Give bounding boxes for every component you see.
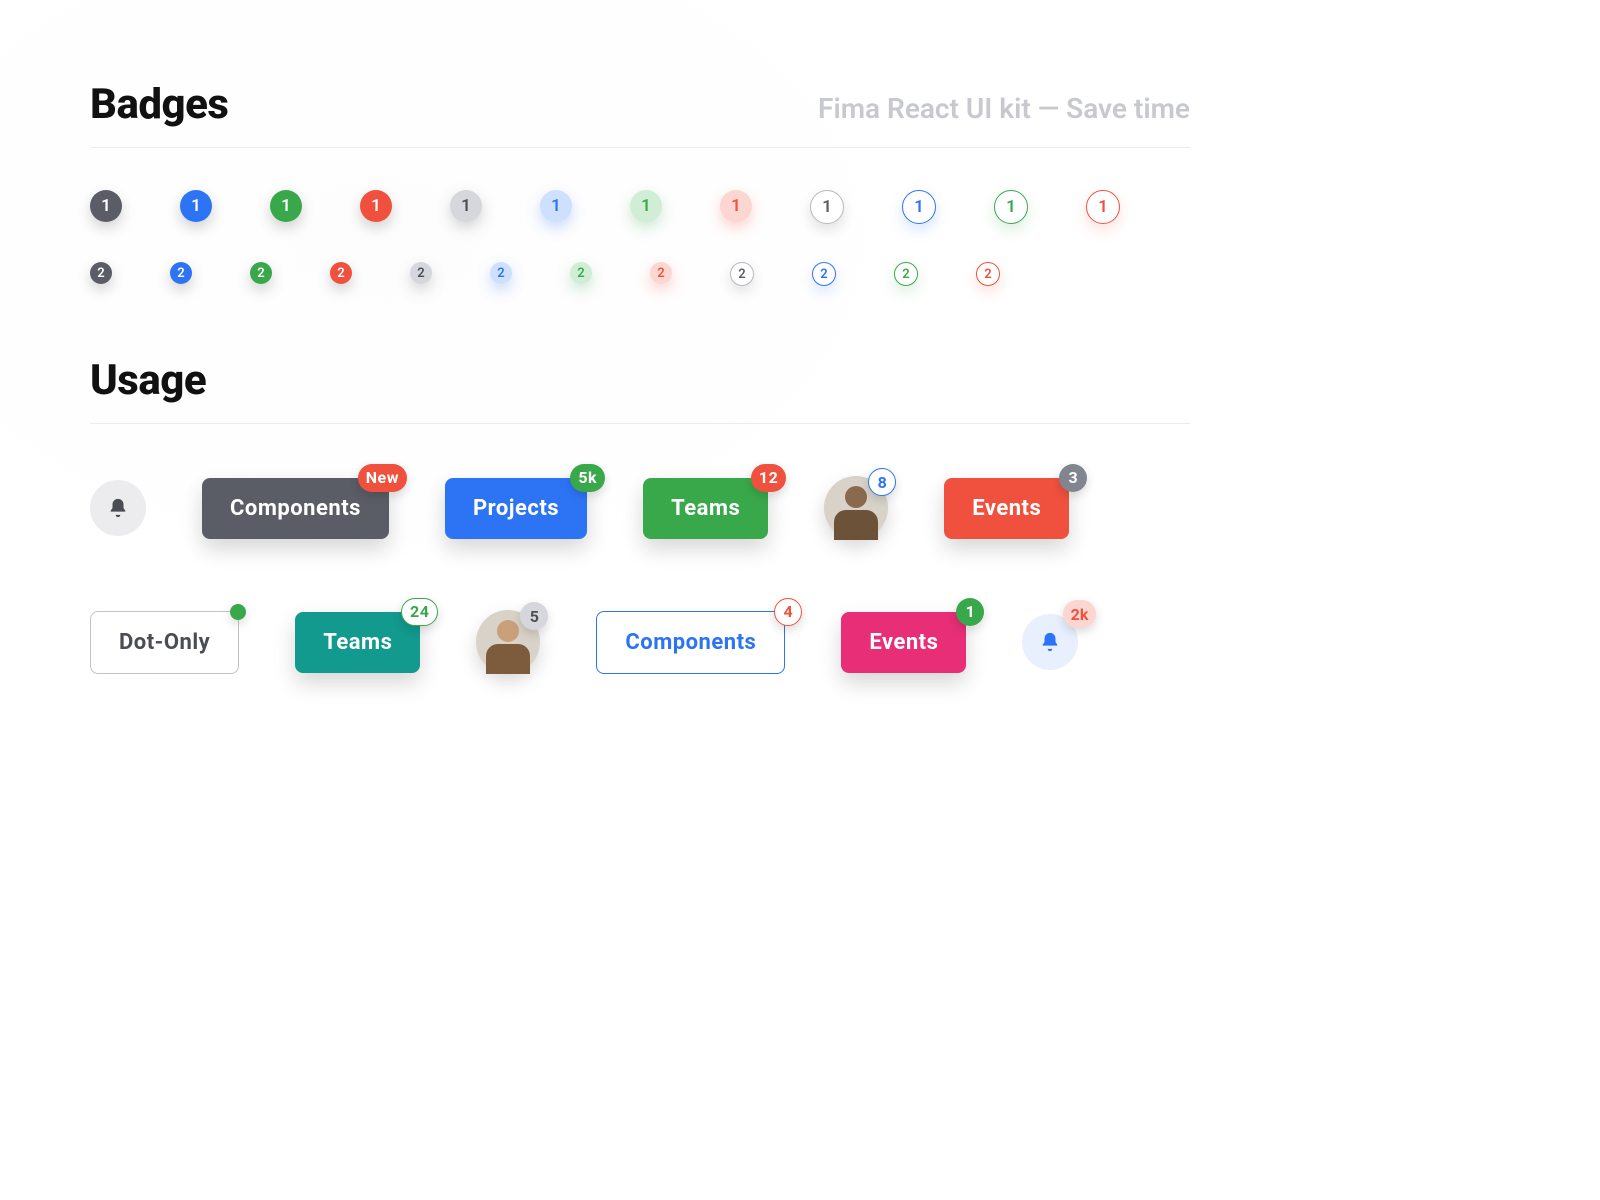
badge-blue-soft: 1 — [540, 190, 572, 222]
badge-sm-blue-soft: 2 — [490, 262, 512, 284]
usage-row-2: Dot-Only Teams 24 5 Components 4 Events … — [90, 610, 1190, 674]
avatar[interactable]: 8 — [824, 476, 888, 540]
badge-sm-green-soft: 2 — [570, 262, 592, 284]
badge-count: 4 — [774, 598, 802, 626]
badge-sm-gray-outline: 2 — [730, 262, 754, 286]
badges-header: Badges Fima React UI kit — Save time — [90, 80, 1190, 148]
badge-count: 24 — [401, 598, 438, 626]
components-button[interactable]: Components New — [202, 478, 389, 539]
badge-sm-green-outline: 2 — [894, 262, 918, 286]
badge-red-soft: 1 — [720, 190, 752, 222]
badge-swatches: 1 1 1 1 1 1 1 1 1 1 1 1 2 2 2 2 2 2 2 2 … — [90, 190, 1190, 286]
bell-icon — [1039, 631, 1061, 653]
badge-count: 5 — [520, 602, 548, 630]
badge-count: 5k — [570, 464, 605, 492]
badge-row-large: 1 1 1 1 1 1 1 1 1 1 1 1 — [90, 190, 1190, 224]
badge-red-outline: 1 — [1086, 190, 1120, 224]
badge-sm-gray-soft: 2 — [410, 262, 432, 284]
badge-sm-green-fill: 2 — [250, 262, 272, 284]
dot-only-button[interactable]: Dot-Only — [90, 611, 239, 674]
button-label: Teams — [323, 630, 392, 655]
section-title: Badges — [90, 80, 228, 129]
projects-button[interactable]: Projects 5k — [445, 478, 587, 539]
badge-green-fill: 1 — [270, 190, 302, 222]
button-label: Events — [972, 496, 1041, 521]
badge-gray-outline: 1 — [810, 190, 844, 224]
badge-red-fill: 1 — [360, 190, 392, 222]
badge-count: 2k — [1063, 600, 1097, 628]
badge-sm-red-soft: 2 — [650, 262, 672, 284]
badge-new: New — [358, 464, 407, 492]
components-button[interactable]: Components 4 — [596, 611, 785, 674]
badge-sm-red-outline: 2 — [976, 262, 1000, 286]
badge-blue-outline: 1 — [902, 190, 936, 224]
badge-blue-fill: 1 — [180, 190, 212, 222]
badge-gray-fill: 1 — [90, 190, 122, 222]
button-label: Components — [230, 496, 361, 521]
usage-row-1: Components New Projects 5k Teams 12 8 Ev… — [90, 476, 1190, 540]
badge-green-outline: 1 — [994, 190, 1028, 224]
badge-green-soft: 1 — [630, 190, 662, 222]
teams-button[interactable]: Teams 12 — [643, 478, 768, 539]
button-label: Events — [869, 630, 938, 655]
button-label: Projects — [473, 496, 559, 521]
events-button[interactable]: Events 1 — [841, 612, 966, 673]
section-title: Usage — [90, 356, 206, 405]
badge-sm-red-fill: 2 — [330, 262, 352, 284]
tagline: Fima React UI kit — Save time — [818, 92, 1190, 125]
badge-count: 8 — [868, 468, 896, 496]
teams-button[interactable]: Teams 24 — [295, 612, 420, 673]
events-button[interactable]: Events 3 — [944, 478, 1069, 539]
badge-sm-blue-outline: 2 — [812, 262, 836, 286]
badge-sm-blue-fill: 2 — [170, 262, 192, 284]
bell-icon-button[interactable] — [90, 480, 146, 536]
bell-with-badge[interactable]: 2k — [1022, 614, 1078, 670]
button-label: Teams — [671, 496, 740, 521]
badge-sm-gray-fill: 2 — [90, 262, 112, 284]
usage-header: Usage — [90, 356, 1190, 424]
badge-dot — [230, 604, 246, 620]
badge-count: 12 — [751, 464, 786, 492]
badge-count: 1 — [956, 598, 984, 626]
avatar[interactable]: 5 — [476, 610, 540, 674]
badge-row-small: 2 2 2 2 2 2 2 2 2 2 2 2 — [90, 262, 1190, 286]
bell-icon — [107, 497, 129, 519]
button-label: Components — [625, 630, 756, 655]
button-label: Dot-Only — [119, 630, 210, 655]
badge-count: 3 — [1059, 464, 1087, 492]
badge-gray-soft: 1 — [450, 190, 482, 222]
